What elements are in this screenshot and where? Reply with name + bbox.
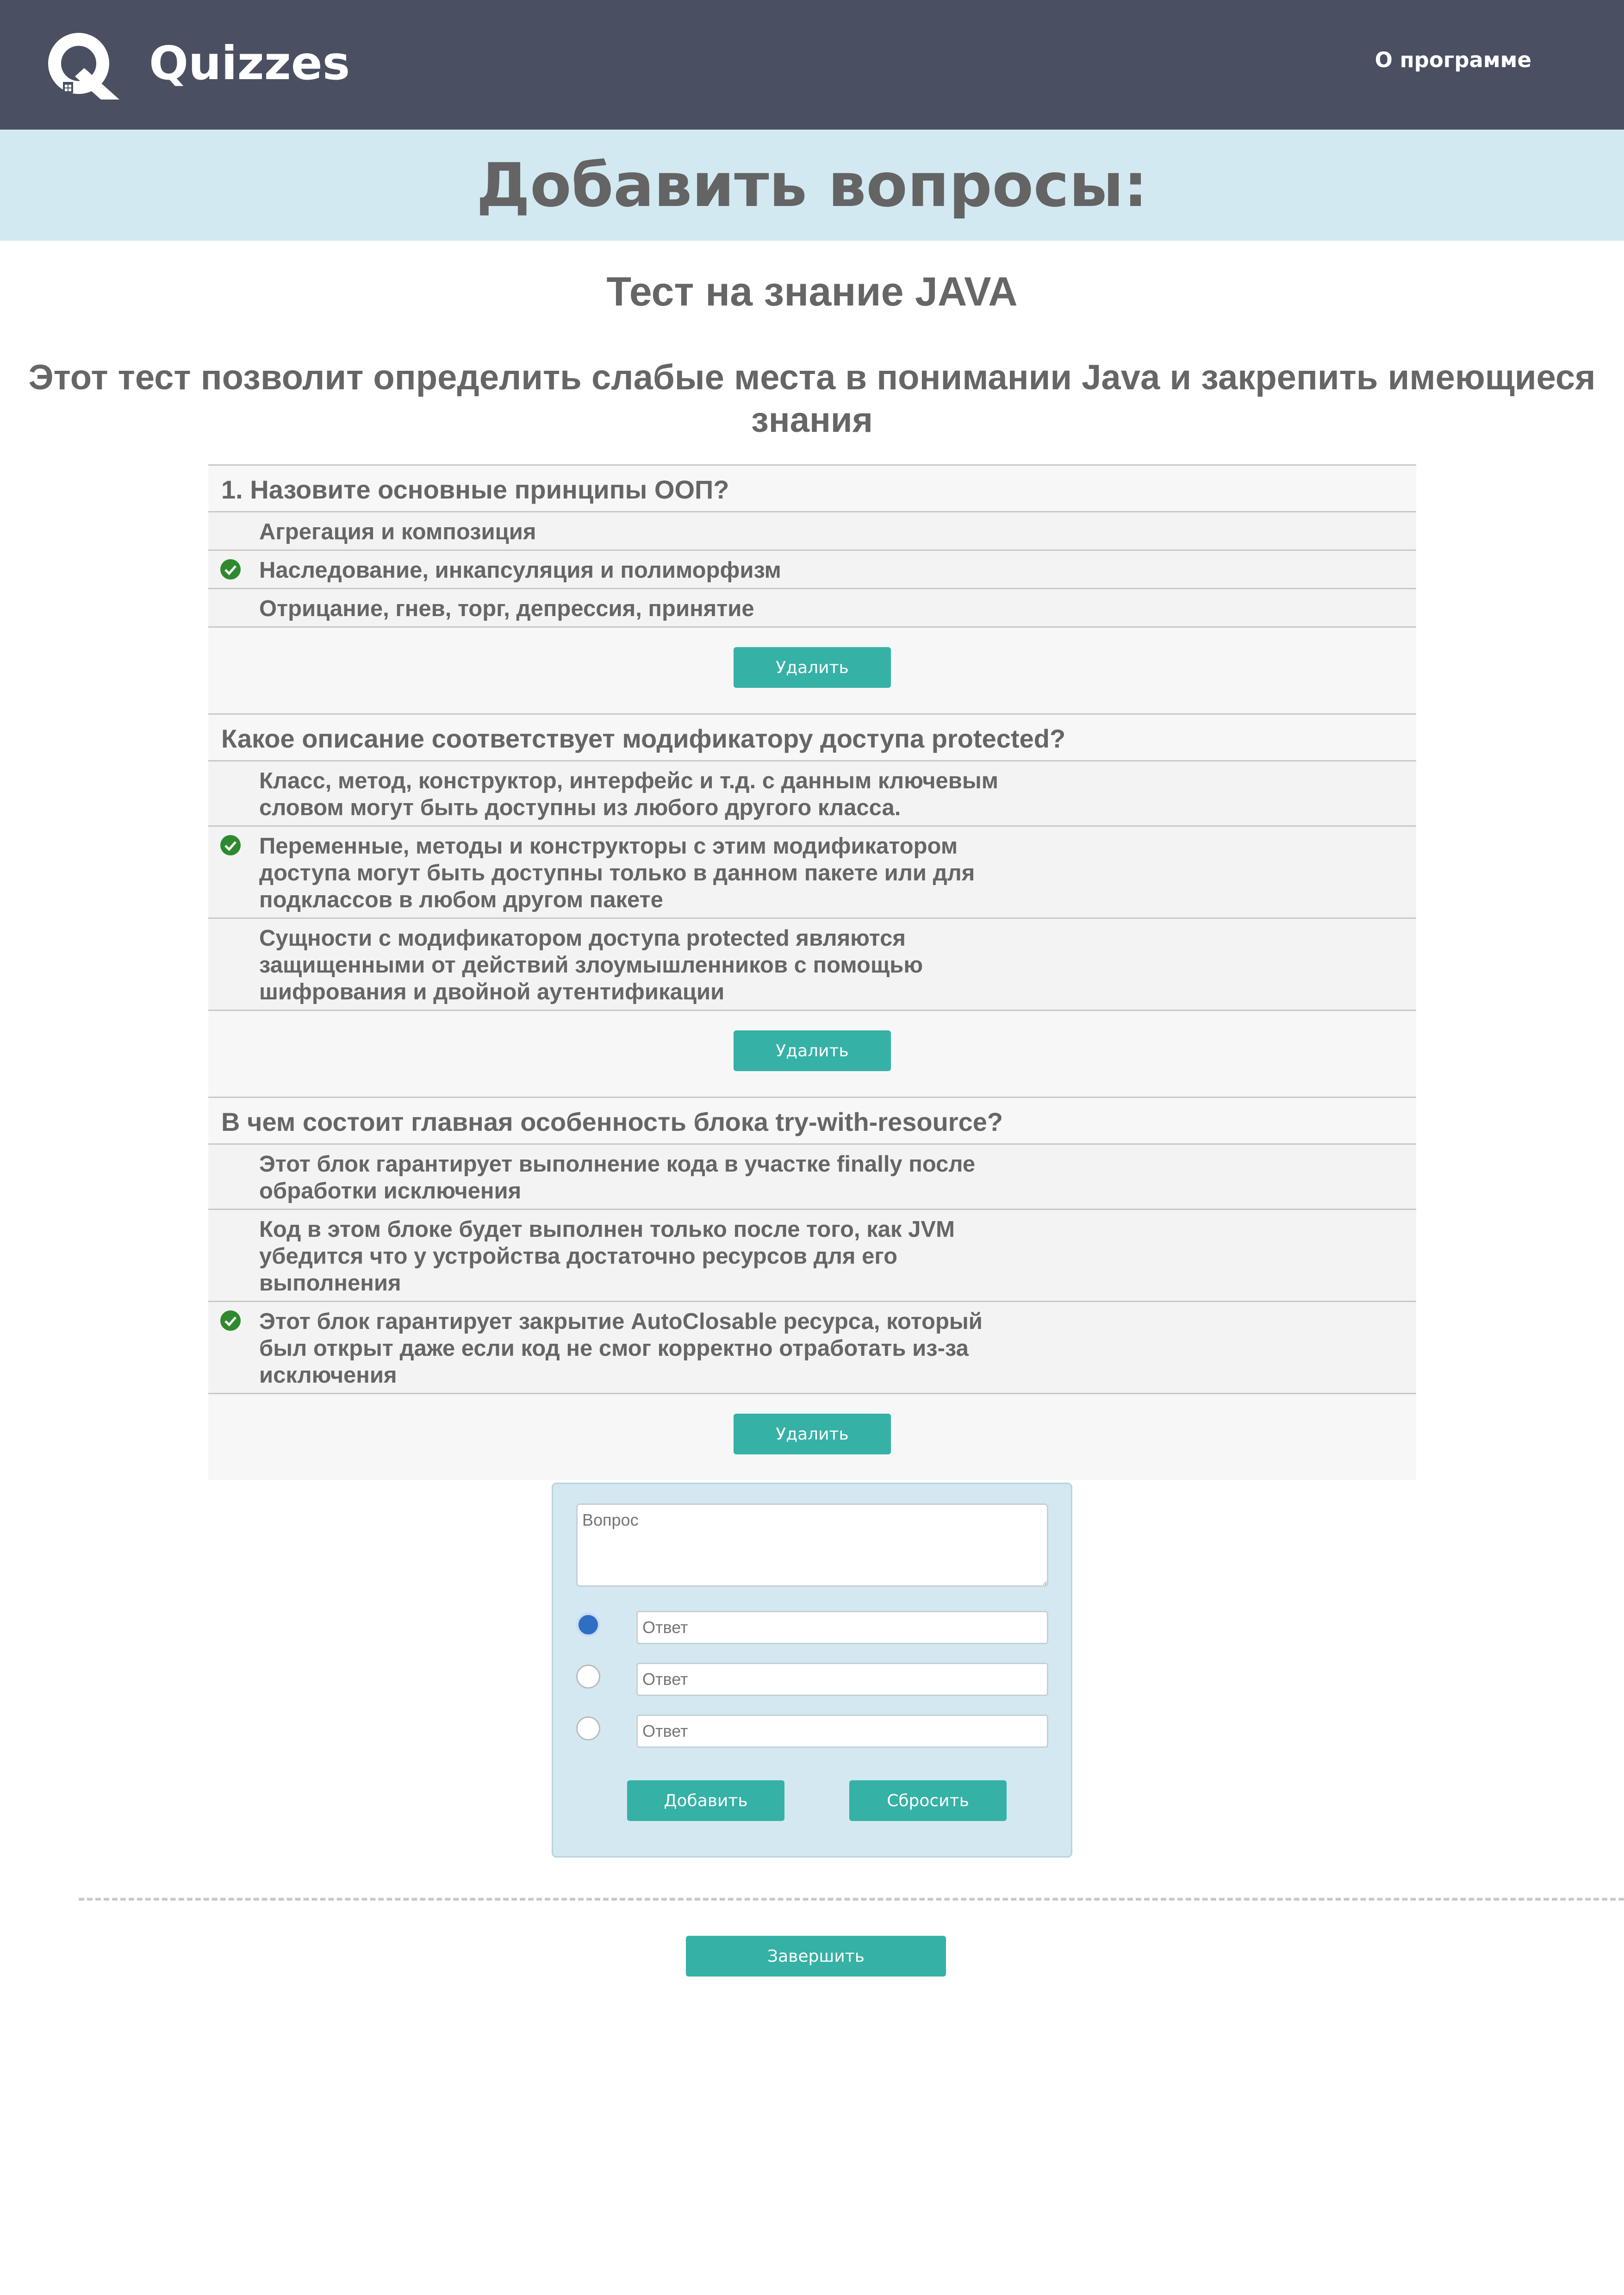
delete-question-button[interactable]: Удалить: [734, 647, 891, 688]
question-title: В чем состоит главная особенность блока …: [208, 1097, 1416, 1145]
answer-item: Сущности с модификатором доступа protect…: [208, 919, 1416, 1011]
dashed-divider: [79, 1898, 1624, 1901]
answer-text: Переменные, методы и конструкторы с этим…: [259, 834, 975, 912]
page-title: Добавить вопросы:: [476, 150, 1148, 220]
answer-text: Агрегация и композиция: [259, 519, 536, 544]
answer-text: Класс, метод, конструктор, интерфейс и т…: [259, 768, 998, 820]
answer-text: Код в этом блоке будет выполнен только п…: [259, 1217, 955, 1296]
correct-answer-radio[interactable]: [576, 1665, 600, 1689]
quizzes-logo-icon[interactable]: [46, 30, 120, 100]
question-card: 1. Назовите основные принципы ООП? Агрег…: [208, 464, 1416, 713]
answer-item-correct: Переменные, методы и конструкторы с этим…: [208, 827, 1416, 919]
check-circle-icon: [220, 559, 241, 580]
answer-text: Сущности с модификатором доступа protect…: [259, 926, 923, 1004]
reset-form-button[interactable]: Сбросить: [849, 1780, 1007, 1821]
answer-text: Этот блок гарантирует закрытие AutoClosa…: [259, 1309, 983, 1388]
delete-question-button[interactable]: Удалить: [734, 1030, 891, 1071]
answer-text: Отрицание, гнев, торг, депрессия, принят…: [259, 596, 754, 621]
answer-item: Класс, метод, конструктор, интерфейс и т…: [208, 761, 1416, 827]
brand-name[interactable]: Quizzes: [149, 33, 350, 94]
finish-button[interactable]: Завершить: [686, 1936, 946, 1977]
answer-item: Этот блок гарантирует выполнение кода в …: [208, 1145, 1416, 1210]
answer-text: Наследование, инкапсуляция и полиморфизм: [259, 558, 781, 583]
correct-answer-radio[interactable]: [576, 1613, 600, 1637]
test-title: Тест на знание JAVA: [606, 268, 1018, 314]
question-list: 1. Назовите основные принципы ООП? Агрег…: [208, 464, 1416, 1480]
delete-question-button[interactable]: Удалить: [734, 1414, 891, 1454]
answer-item: Код в этом блоке будет выполнен только п…: [208, 1210, 1416, 1302]
check-circle-icon: [220, 835, 241, 855]
nav-about-link[interactable]: О программе: [1375, 46, 1531, 74]
question-title: Какое описание соответствует модификатор…: [208, 713, 1416, 761]
correct-answer-radio[interactable]: [576, 1716, 600, 1740]
add-question-button[interactable]: Добавить: [627, 1780, 784, 1821]
answer-item: Агрегация и композиция: [208, 512, 1416, 551]
question-card: Какое описание соответствует модификатор…: [208, 713, 1416, 1097]
answer-input[interactable]: [636, 1715, 1048, 1748]
test-description: Этот тест позволит определить слабые мес…: [28, 358, 1596, 440]
answer-input[interactable]: [636, 1611, 1048, 1644]
new-question-form: Добавить Сбросить: [552, 1483, 1072, 1858]
answer-item: Отрицание, гнев, торг, депрессия, принят…: [208, 589, 1416, 628]
question-title: 1. Назовите основные принципы ООП?: [208, 464, 1416, 512]
answer-item-correct: Наследование, инкапсуляция и полиморфизм: [208, 551, 1416, 589]
answer-input[interactable]: [636, 1663, 1048, 1696]
answer-item-correct: Этот блок гарантирует закрытие AutoClosa…: [208, 1302, 1416, 1394]
check-circle-icon: [220, 1310, 241, 1331]
top-navbar: Quizzes О программе: [0, 0, 1624, 130]
question-actions: Удалить: [208, 1394, 1416, 1480]
question-input[interactable]: [576, 1503, 1048, 1587]
page-banner: Добавить вопросы:: [0, 130, 1624, 241]
question-actions: Удалить: [208, 1011, 1416, 1097]
answer-text: Этот блок гарантирует выполнение кода в …: [259, 1152, 976, 1204]
question-actions: Удалить: [208, 628, 1416, 713]
question-card: В чем состоит главная особенность блока …: [208, 1097, 1416, 1480]
